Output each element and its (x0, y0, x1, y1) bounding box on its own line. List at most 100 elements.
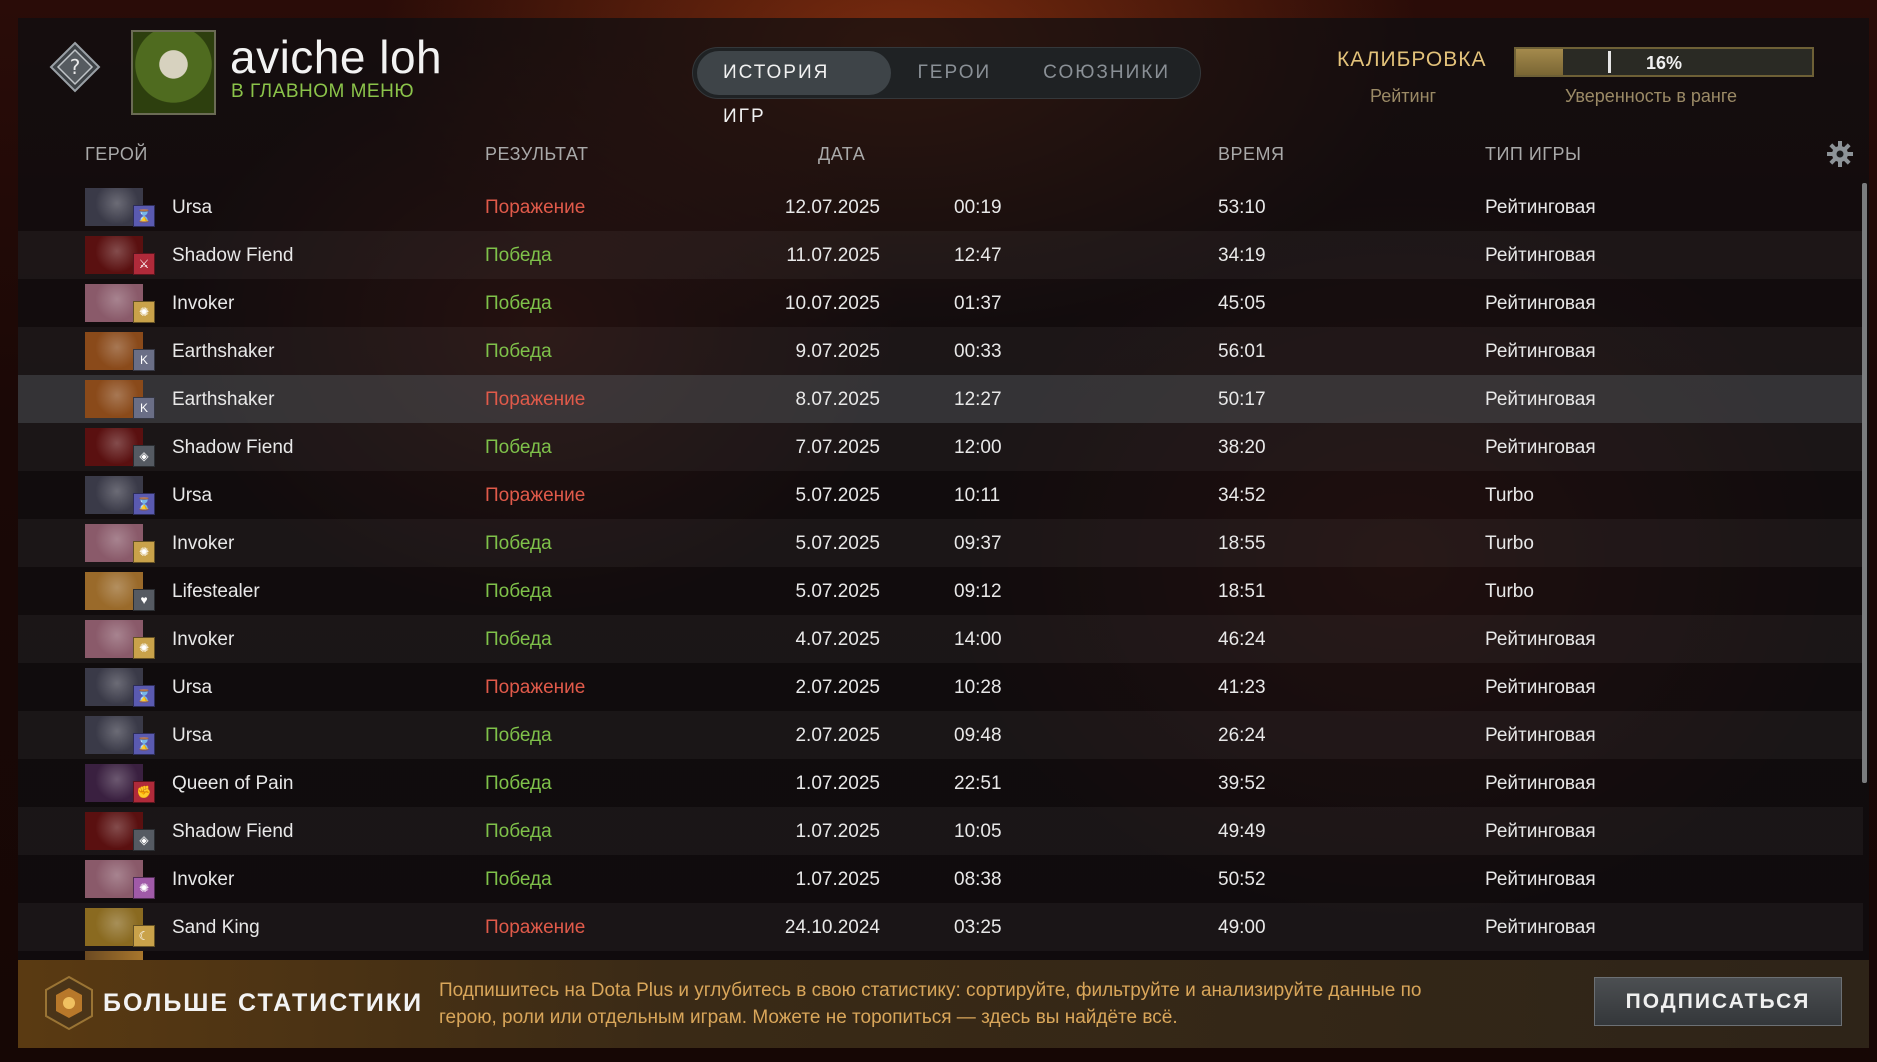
match-duration: 26:24 (1218, 725, 1266, 746)
match-duration: 18:55 (1218, 533, 1266, 554)
game-type: Рейтинговая (1485, 821, 1596, 842)
tab-heroes[interactable]: ГЕРОИ (891, 51, 1017, 95)
table-row[interactable]: ⌛ Ursa Победа 2.07.2025 09:48 26:24 Рейтингова… (18, 711, 1863, 759)
table-row[interactable]: ✊ Queen of Pain Победа 1.07.2025 22:51 39:52 Р… (18, 759, 1863, 807)
table-row[interactable]: K Earthshaker Победа 9.07.2025 00:33 56:01 Рей… (18, 327, 1863, 375)
match-date: 4.07.2025 (795, 629, 880, 650)
match-duration: 41:23 (1218, 677, 1266, 698)
match-duration: 38:20 (1218, 437, 1266, 458)
svg-text:?: ? (70, 55, 81, 79)
table-row[interactable]: ⚔ Shadow Fiend Победа 11.07.2025 12:47 34:19 Р… (18, 231, 1863, 279)
role-badge-icon: ☾ (133, 925, 155, 947)
dota-plus-promo: БОЛЬШЕ СТАТИСТИКИ Подпишитесь на Dota Pl… (18, 960, 1869, 1048)
match-result: Победа (485, 629, 552, 650)
match-date: 5.07.2025 (795, 581, 880, 602)
table-row[interactable]: ◈ Shadow Fiend Победа 1.07.2025 10:05 49:49 Ре… (18, 807, 1863, 855)
game-type: Рейтинговая (1485, 293, 1596, 314)
table-row[interactable]: ✺ Invoker Победа 1.07.2025 08:38 50:52 Рейтинг… (18, 855, 1863, 903)
hero-name: Shadow Fiend (172, 821, 294, 842)
hero-name: Invoker (172, 293, 235, 314)
match-result: Поражение (485, 485, 586, 506)
match-result: Победа (485, 533, 552, 554)
header-duration[interactable]: ВРЕМЯ (1218, 144, 1285, 165)
table-row[interactable]: ⌛ Ursa Поражение 12.07.2025 00:19 53:10 Рейтин… (18, 183, 1863, 231)
table-row[interactable]: ✺ Invoker Победа 4.07.2025 14:00 46:24 Рейтинг… (18, 615, 1863, 663)
header-date[interactable]: ДАТА (818, 144, 865, 165)
match-start-time: 14:00 (954, 629, 1002, 650)
match-start-time: 08:38 (954, 869, 1002, 890)
profile-avatar[interactable] (131, 30, 216, 115)
match-start-time: 12:27 (954, 389, 1002, 410)
hero-name: Invoker (172, 869, 235, 890)
header-game-type[interactable]: ТИП ИГРЫ (1485, 144, 1582, 165)
hero-name: Invoker (172, 629, 235, 650)
tab-match-history[interactable]: ИСТОРИЯ ИГР (697, 51, 892, 127)
role-badge-icon: ✊ (133, 781, 155, 803)
match-date: 12.07.2025 (784, 197, 880, 218)
match-duration: 49:49 (1218, 821, 1266, 842)
match-date: 5.07.2025 (795, 533, 880, 554)
role-badge-icon: ♥ (133, 589, 155, 611)
match-list: ⌛ Ursa Поражение 12.07.2025 00:19 53:10 Рейтин… (18, 183, 1863, 953)
role-badge-icon: ✺ (133, 541, 155, 563)
rating-label: Рейтинг (1370, 86, 1437, 106)
match-result: Победа (485, 341, 552, 362)
hero-name: Earthshaker (172, 389, 275, 410)
promo-title: БОЛЬШЕ СТАТИСТИКИ (103, 989, 424, 1017)
tab-bar: ИСТОРИЯ ИГР ГЕРОИ СОЮЗНИКИ (692, 47, 1201, 127)
table-row[interactable]: ☾ Sand King Поражение 24.10.2024 03:25 49:00 Р… (18, 903, 1863, 951)
match-date: 9.07.2025 (795, 341, 880, 362)
match-date: 5.07.2025 (795, 485, 880, 506)
match-date: 1.07.2025 (795, 869, 880, 890)
role-badge-icon: ⌛ (133, 205, 155, 227)
match-start-time: 03:25 (954, 917, 1002, 938)
hero-name: Ursa (172, 677, 213, 698)
role-badge-icon: ✺ (133, 877, 155, 899)
game-type: Рейтинговая (1485, 629, 1596, 650)
header-result[interactable]: РЕЗУЛЬТАТ (485, 144, 588, 165)
table-row[interactable]: ✺ Invoker Победа 10.07.2025 01:37 45:05 Рейтин… (18, 279, 1863, 327)
table-row[interactable]: ⌛ Ursa Поражение 2.07.2025 10:28 41:23 Рейтинг… (18, 663, 1863, 711)
match-date: 1.07.2025 (795, 773, 880, 794)
match-start-time: 22:51 (954, 773, 1002, 794)
rank-confidence-label: Уверенность в ранге (1565, 86, 1738, 106)
match-duration: 46:24 (1218, 629, 1266, 650)
scrollbar[interactable] (1862, 183, 1867, 783)
match-duration: 18:51 (1218, 581, 1266, 602)
role-badge-icon: ✺ (133, 301, 155, 323)
game-type: Рейтинговая (1485, 917, 1596, 938)
match-start-time: 00:33 (954, 341, 1002, 362)
game-type: Рейтинговая (1485, 245, 1596, 266)
match-date: 2.07.2025 (795, 725, 880, 746)
table-row[interactable]: ◈ Shadow Fiend Победа 7.07.2025 12:00 38:20 Ре… (18, 423, 1863, 471)
tab-allies[interactable]: СОЮЗНИКИ (1017, 51, 1196, 95)
match-duration: 56:01 (1218, 341, 1266, 362)
rank-confidence-value: 16% (1645, 53, 1683, 73)
game-type: Рейтинговая (1485, 437, 1596, 458)
calibration-label: КАЛИБРОВКА (1337, 48, 1487, 71)
match-date: 11.07.2025 (786, 245, 880, 266)
table-row[interactable]: ♥ Lifestealer Победа 5.07.2025 09:12 18:51 Tur… (18, 567, 1863, 615)
profile-name: aviche loh (230, 31, 443, 83)
role-badge-icon: ✺ (133, 637, 155, 659)
table-row[interactable]: ✺ Invoker Победа 5.07.2025 09:37 18:55 Turbo (18, 519, 1863, 567)
table-row[interactable]: K Earthshaker Поражение 8.07.2025 12:27 50:17… (18, 375, 1863, 423)
match-start-time: 10:05 (954, 821, 1002, 842)
unknown-rank-icon[interactable]: ? (48, 40, 102, 94)
game-type: Рейтинговая (1485, 869, 1596, 890)
match-date: 8.07.2025 (795, 389, 880, 410)
subscribe-button[interactable]: ПОДПИСАТЬСЯ (1594, 977, 1842, 1026)
match-duration: 53:10 (1218, 197, 1266, 218)
promo-text: Подпишитесь на Dota Plus и углубитесь в … (439, 980, 1422, 1028)
match-date: 2.07.2025 (795, 677, 880, 698)
match-start-time: 09:12 (954, 581, 1002, 602)
game-type: Рейтинговая (1485, 197, 1596, 218)
table-header: ГЕРОЙ РЕЗУЛЬТАТ ДАТА ВРЕМЯ ТИП ИГРЫ (18, 130, 1869, 180)
hero-name: Sand King (172, 917, 260, 938)
header-hero[interactable]: ГЕРОЙ (85, 144, 148, 165)
gear-icon[interactable] (1826, 140, 1854, 168)
game-type: Рейтинговая (1485, 677, 1596, 698)
match-duration: 50:17 (1218, 389, 1266, 410)
match-result: Победа (485, 725, 552, 746)
table-row[interactable]: ⌛ Ursa Поражение 5.07.2025 10:11 34:52 Turbo (18, 471, 1863, 519)
